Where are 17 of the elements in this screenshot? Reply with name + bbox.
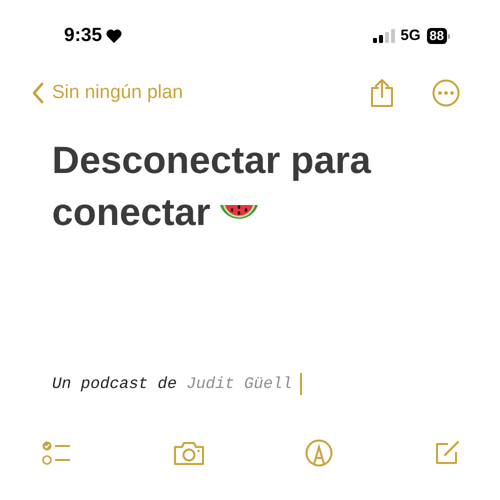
battery-indicator: 88: [426, 28, 447, 44]
chevron-left-icon: [32, 82, 44, 104]
more-icon[interactable]: [432, 79, 460, 107]
text-cursor: [300, 373, 302, 395]
back-button[interactable]: Sin ningún plan: [32, 78, 183, 108]
byline-text: Un podcast de Judit Güell: [52, 374, 292, 395]
share-icon[interactable]: [370, 78, 394, 108]
heart-icon: [106, 29, 122, 43]
note-title: conectar: [52, 191, 210, 236]
status-time: 9:35: [64, 24, 102, 48]
camera-icon[interactable]: [172, 440, 205, 466]
note-title: Desconectar para: [52, 140, 371, 182]
signal-icon: [372, 29, 395, 43]
compose-icon[interactable]: [434, 440, 460, 466]
checklist-icon[interactable]: [42, 440, 72, 466]
markup-pen-icon[interactable]: [305, 439, 334, 467]
network-label: 5G: [400, 26, 421, 46]
